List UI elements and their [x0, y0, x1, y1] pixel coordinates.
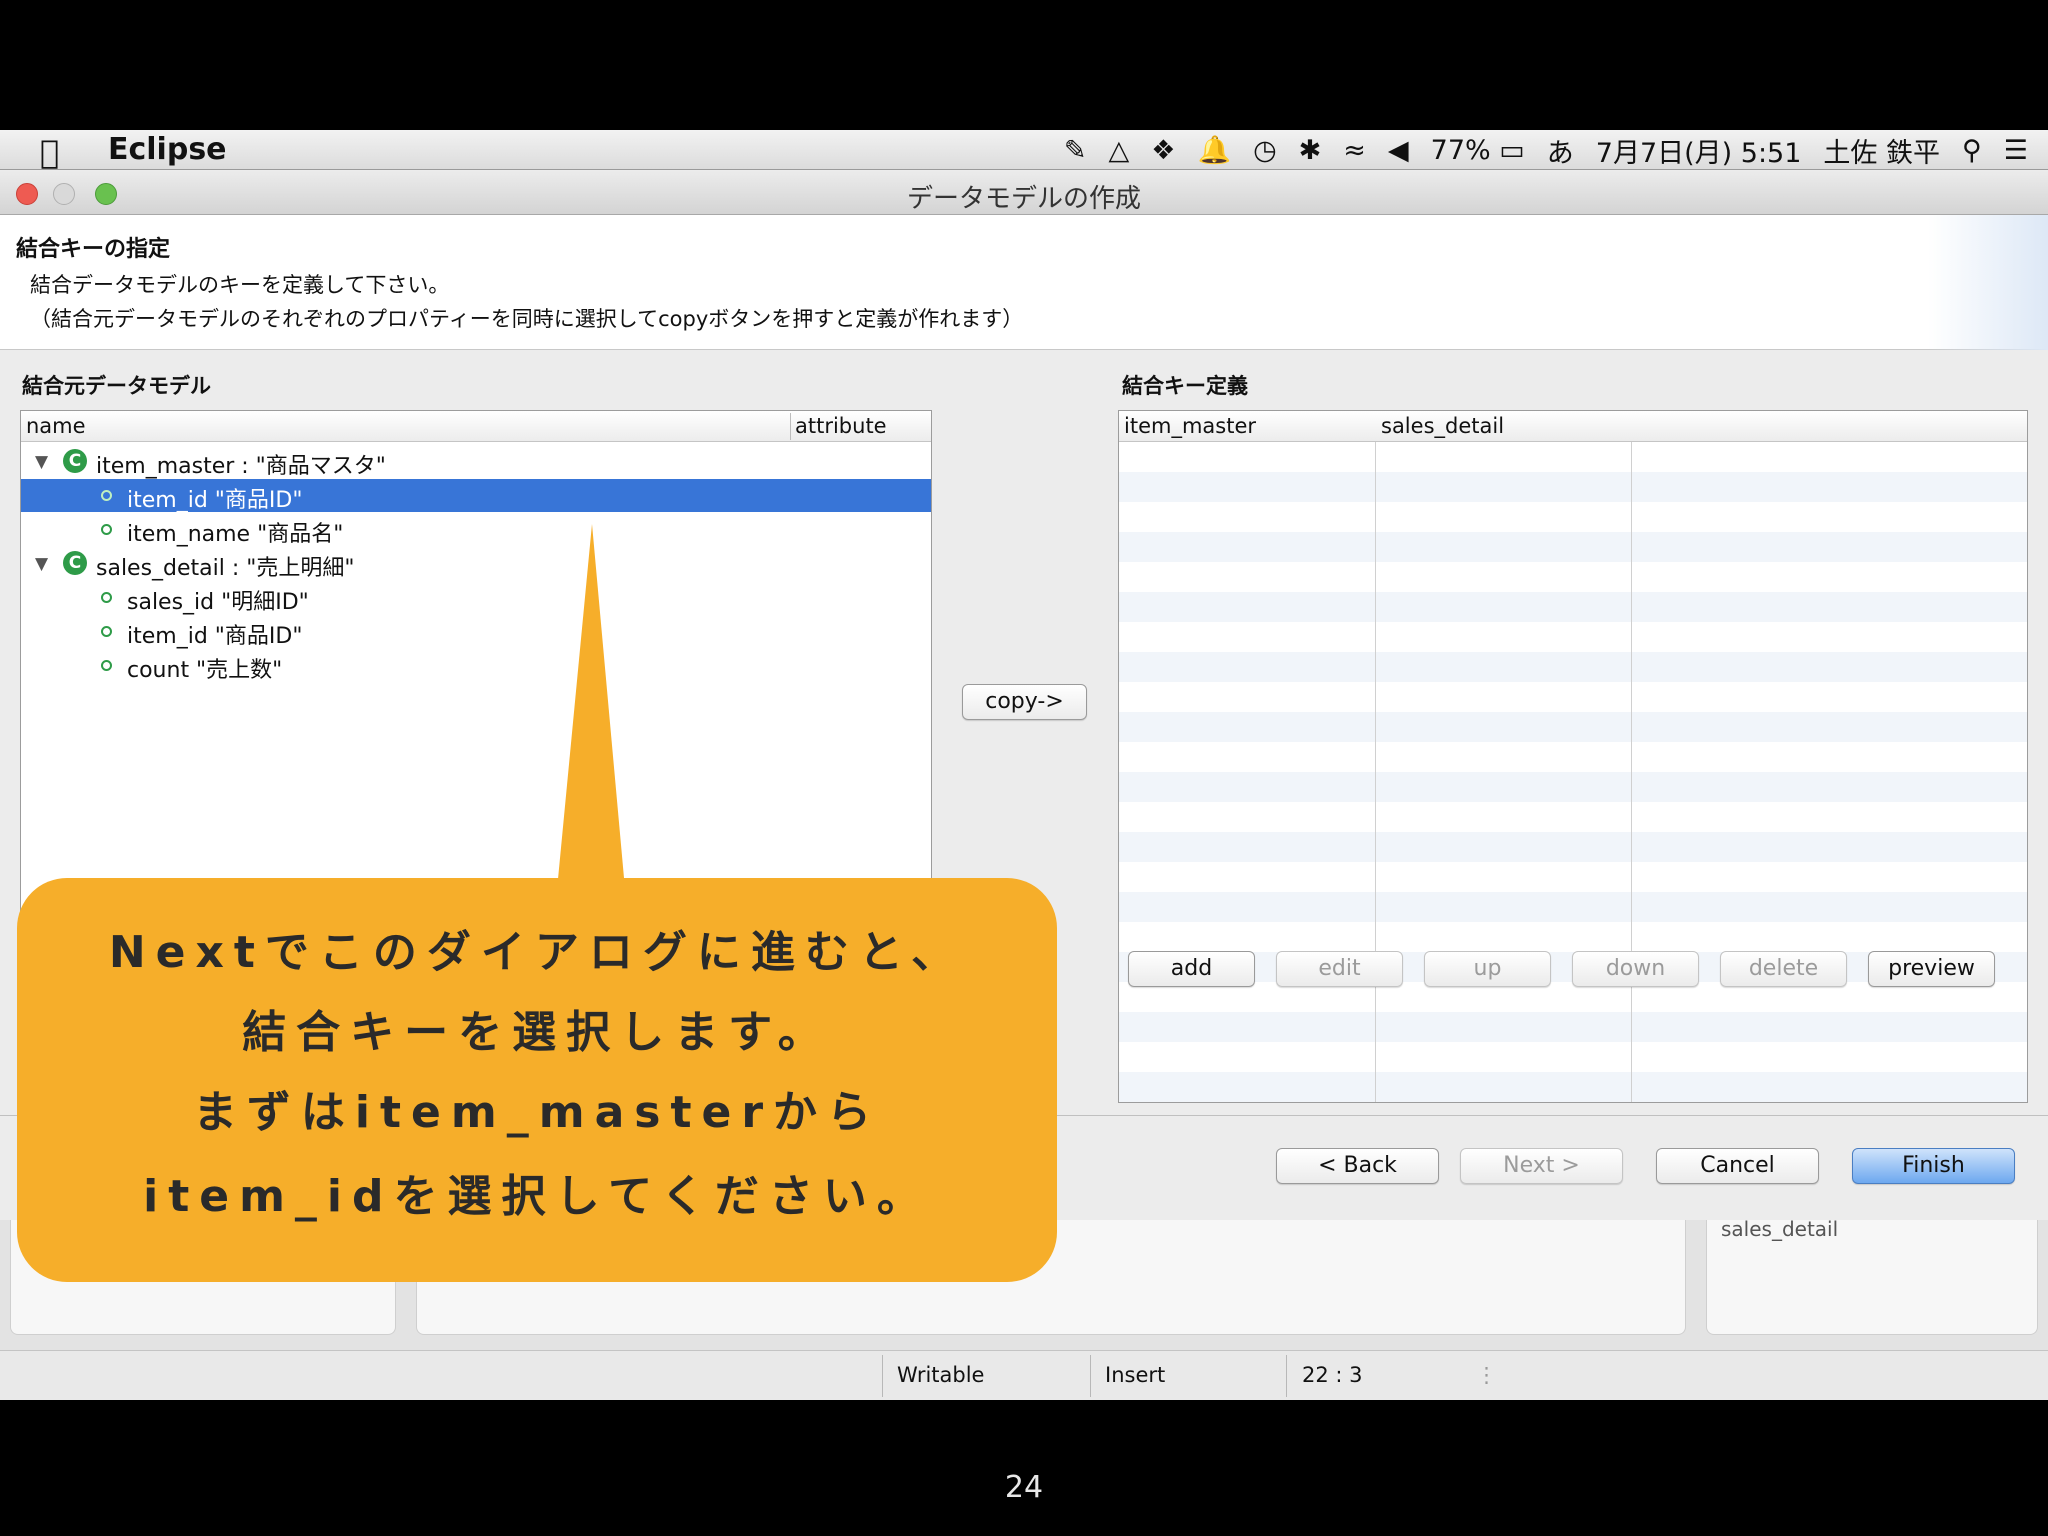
callout-line-1: Nextでこのダイアログに進むと、	[108, 927, 966, 978]
callout-line-3: まずはitem_masterから	[192, 1087, 882, 1138]
callout-line-2: 結合キーを選択します。	[242, 1007, 832, 1058]
slide-page-number: 24	[1004, 1470, 1044, 1505]
callout-pointer	[556, 524, 626, 900]
annotation-callout: Nextでこのダイアログに進むと、 結合キーを選択します。 まずはitem_ma…	[17, 878, 1057, 1282]
callout-line-4: item_idを選択してください。	[143, 1171, 931, 1222]
